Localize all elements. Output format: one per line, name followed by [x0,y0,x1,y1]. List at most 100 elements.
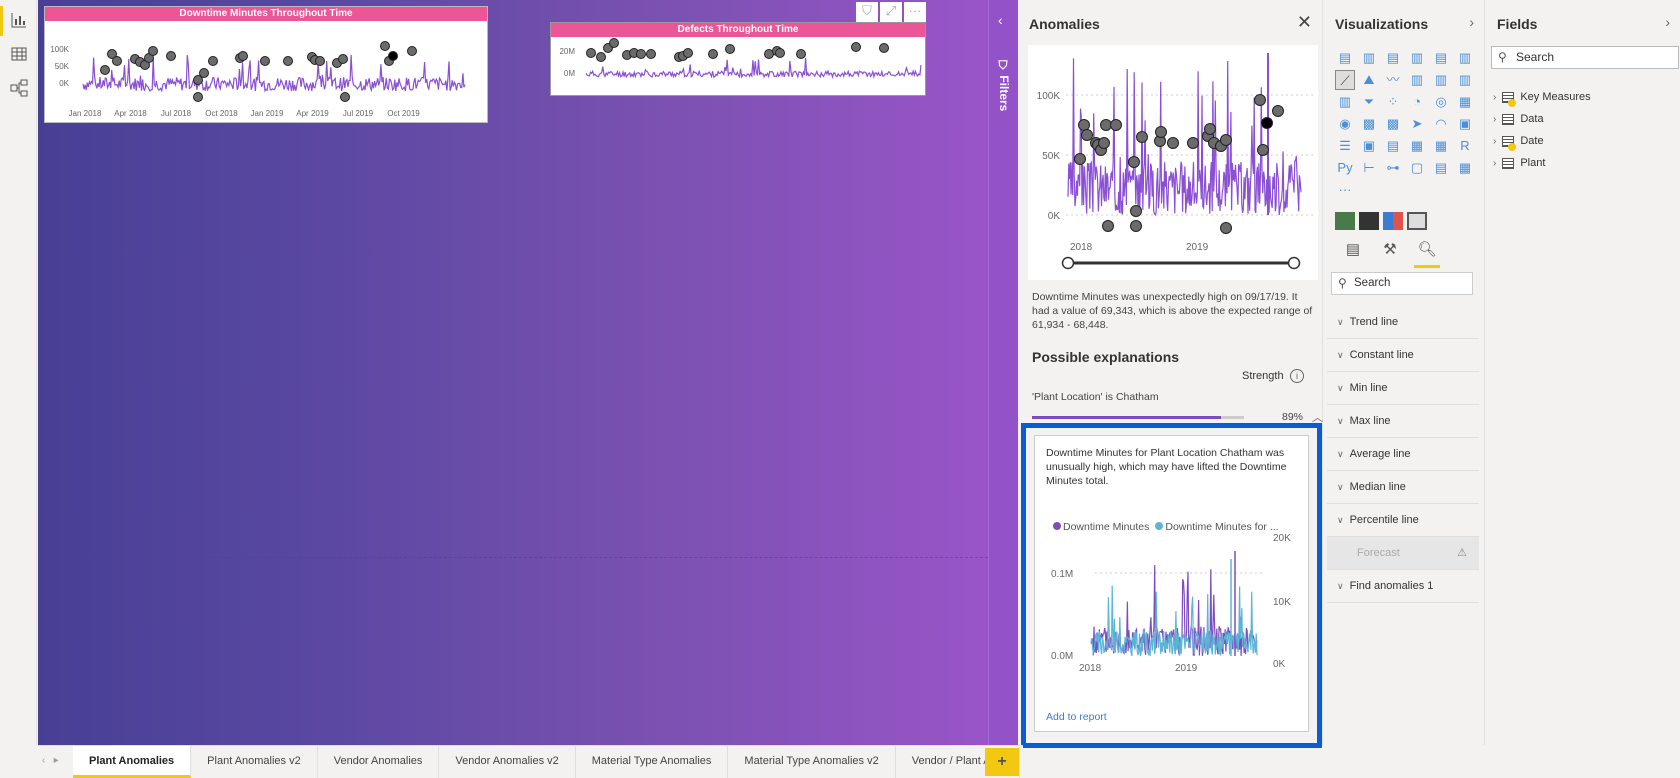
custom-visual-icon[interactable] [1359,212,1379,230]
analytics-item[interactable]: ∨ Constant line [1327,339,1479,372]
visual-type-icon[interactable]: ▥ [1407,48,1427,68]
visual-type-icon[interactable]: ◔ [1407,92,1427,112]
legend-dot [1053,522,1061,530]
visual-type-icon[interactable]: ▥ [1407,70,1427,90]
visual-type-icon[interactable]: ▦ [1455,92,1475,112]
visual-type-icon[interactable]: ⁘ [1383,92,1403,112]
highlighted-explanation: Downtime Minutes for Plant Location Chat… [1021,423,1322,748]
analytics-item[interactable]: ∨ Trend line [1327,306,1479,339]
analytics-item[interactable]: ∨ Average line [1327,438,1479,471]
visual-type-icon[interactable]: ▤ [1383,48,1403,68]
visual-type-icon[interactable]: ◠ [1431,114,1451,134]
analytics-item[interactable]: ∨ Min line [1327,372,1479,405]
expand-chevron-icon[interactable]: › [1665,14,1670,30]
custom-visual-icon[interactable] [1407,212,1427,230]
visual-type-icon[interactable]: ◉ [1335,114,1355,134]
page-tab[interactable]: Vendor Anomalies [318,746,440,778]
collapse-chevron-icon[interactable]: ‹ [998,12,1003,28]
visual-type-icon[interactable]: ▤ [1383,136,1403,156]
add-to-report-link[interactable]: Add to report [1046,711,1107,723]
defects-visual[interactable]: Defects Throughout Time 20M 0M [550,22,926,116]
visual-type-icon[interactable]: ☰ [1335,136,1355,156]
visual-type-icon[interactable]: Py [1335,158,1355,178]
analytics-item[interactable]: ∨ Find anomalies 1 [1327,570,1479,603]
visual-type-icon[interactable]: ▤ [1431,48,1451,68]
visual-type-icon[interactable]: ▥ [1359,48,1379,68]
filter-icon[interactable]: ⛉ [856,2,878,22]
visual-type-icon[interactable]: ▦ [1455,158,1475,178]
visual-type-icon[interactable]: ▣ [1359,136,1379,156]
visual-type-icon[interactable]: ▥ [1455,48,1475,68]
field-table-item[interactable]: › Key Measures [1493,86,1591,108]
page-nav-arrows[interactable]: ‹ ▸ [42,755,59,766]
y-right-tick: 10K [1273,597,1291,608]
page-tab[interactable]: Material Type Anomalies [576,746,729,778]
visual-type-icon[interactable]: ⊶ [1383,158,1403,178]
custom-visual-icon[interactable] [1383,212,1403,230]
visual-type-icon[interactable]: ▥ [1455,70,1475,90]
more-options-icon[interactable]: ··· [904,2,926,22]
analytics-item[interactable]: ∨ Median line [1327,471,1479,504]
x-tick-label: 2019 [1186,242,1209,253]
visual-type-icon[interactable]: ▤ [1335,48,1355,68]
filters-pane[interactable]: ‹ ⛉ Filters [988,0,1018,745]
visual-type-icon[interactable]: ▩ [1359,114,1379,134]
anomaly-description: Downtime Minutes was unexpectedly high o… [1032,291,1313,331]
downtime-minutes-visual[interactable]: Downtime Minutes Throughout Time 100K 50K… [44,6,488,123]
visual-type-icon[interactable]: ⟋ [1335,70,1355,90]
anomaly-marker [1220,222,1232,234]
visual-type-icon[interactable]: ▩ [1383,114,1403,134]
anomaly-marker [708,49,718,59]
page-tab[interactable]: Material Type Anomalies v2 [728,746,896,778]
model-view-icon[interactable] [9,78,29,98]
anomaly-marker [148,46,158,56]
analytics-magnifier-icon[interactable]: 🔍︎ [1414,240,1440,268]
fields-tab-icon[interactable]: ▤ [1342,240,1364,262]
visual-type-icon[interactable]: ▣ [1455,114,1475,134]
visual-type-icon[interactable]: ➤ [1407,114,1427,134]
field-table-item[interactable]: › Data [1493,108,1591,130]
analytics-item[interactable]: ∨ Percentile line [1327,504,1479,537]
field-table-item[interactable]: › Plant [1493,152,1591,174]
info-icon[interactable]: i [1290,369,1304,383]
y-right-tick: 20K [1273,533,1291,544]
visual-type-icon[interactable]: ▦ [1431,136,1451,156]
anomaly-marker [1204,123,1216,135]
focus-mode-icon[interactable]: ⤢ [880,2,902,22]
visual-type-icon[interactable]: ◎ [1431,92,1451,112]
visual-type-icon[interactable]: ▥ [1335,92,1355,112]
analytics-search-input[interactable]: ⚲ Search [1331,272,1473,295]
page-tab[interactable]: Plant Anomalies [73,746,192,778]
visual-type-icon[interactable]: ⏷ [1359,92,1379,112]
page-break-line [38,557,988,558]
page-tab[interactable]: Plant Anomalies v2 [191,746,318,778]
add-page-button[interactable]: + [985,748,1019,776]
visual-type-icon[interactable]: ▥ [1431,70,1451,90]
fields-search-input[interactable]: ⚲ Search [1491,46,1679,69]
expand-chevron-icon[interactable]: › [1469,14,1474,30]
visual-type-icon[interactable]: 〰 [1383,70,1403,90]
legend-dot [1155,522,1164,530]
analytics-item[interactable]: ∨ Max line [1327,405,1479,438]
chevron-down-icon: ∨ [1337,515,1344,525]
close-icon[interactable]: ✕ [1297,12,1312,33]
page-tab[interactable]: Vendor Anomalies v2 [439,746,576,778]
pane-title: Fields [1497,16,1538,32]
visual-type-icon[interactable]: ⊢ [1359,158,1379,178]
visual-type-icon[interactable]: ▢ [1407,158,1427,178]
chevron-down-icon: ∨ [1337,383,1344,393]
format-paint-roller-icon[interactable]: ⚒ [1379,240,1401,262]
custom-visual-icon[interactable] [1335,212,1355,230]
data-view-icon[interactable] [9,44,29,64]
anomaly-marker [1155,126,1167,138]
visual-type-icon[interactable]: ··· [1335,180,1355,200]
visual-type-icon[interactable]: ▦ [1407,136,1427,156]
visual-type-icon[interactable]: R [1455,136,1475,156]
visual-type-icon[interactable]: ⛰ [1359,70,1379,90]
analytics-item-label: Percentile line [1349,514,1419,526]
possible-explanations-heading: Possible explanations [1032,349,1180,365]
anomalies-line-chart[interactable]: 100K 50K 0K 2018 2019 [1028,45,1318,280]
visual-type-icon[interactable]: ▤ [1431,158,1451,178]
report-view-icon[interactable] [9,10,29,30]
field-table-item[interactable]: › Date [1493,130,1591,152]
